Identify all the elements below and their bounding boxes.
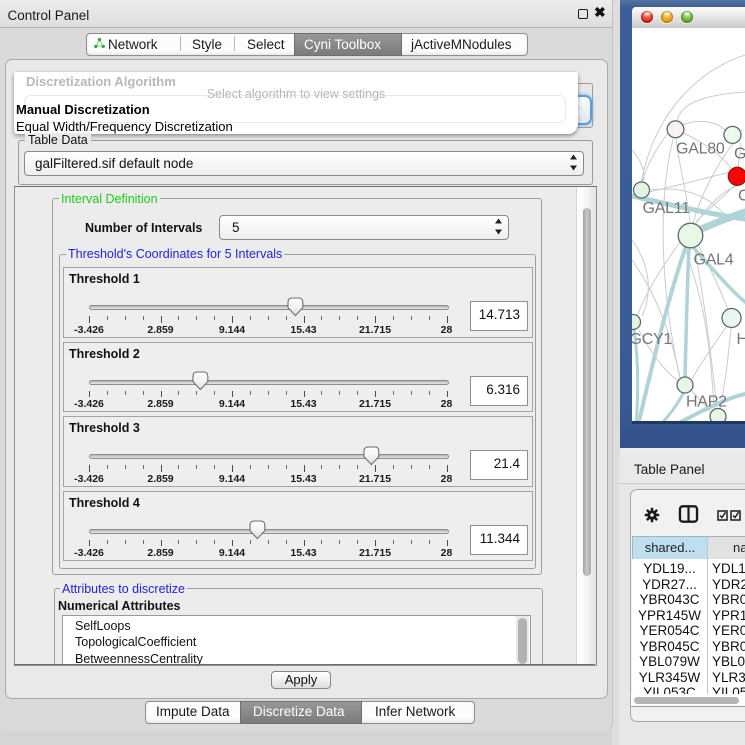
svg-text:GAL11: GAL11 [643, 200, 691, 217]
svg-text:GAL80: GAL80 [676, 141, 725, 158]
svg-text:GAL4: GAL4 [694, 252, 734, 269]
svg-text:GA: GA [734, 146, 745, 163]
svg-text:HAP2: HAP2 [686, 394, 727, 411]
svg-text:H: H [737, 331, 745, 348]
svg-text:GCY1: GCY1 [632, 331, 672, 348]
svg-text:CR: CR [738, 188, 745, 205]
